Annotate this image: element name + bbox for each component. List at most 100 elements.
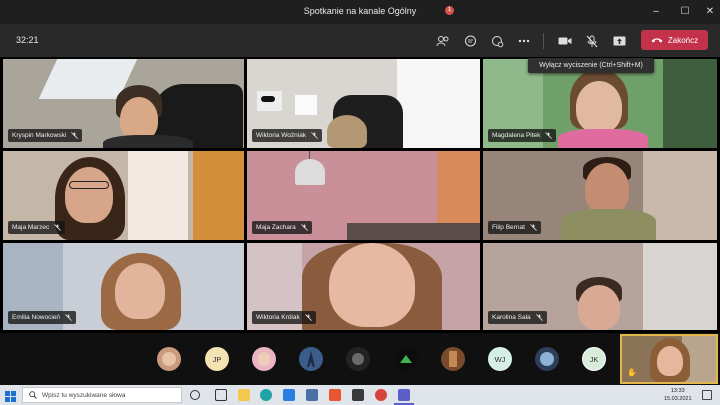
taskbar-clock[interactable]: 13:33 15.03.2021 (664, 387, 692, 403)
participant-name-tag: Magdalena Pitek (488, 129, 557, 142)
wall-picture (295, 95, 317, 115)
cortana-icon[interactable] (190, 390, 200, 400)
taskbar-search-input[interactable]: Wpisz tu wyszukiwane słowa (22, 387, 182, 403)
edge-icon[interactable] (260, 389, 272, 401)
face (329, 243, 415, 327)
bright-window (643, 243, 717, 330)
mic-muted-icon (304, 314, 312, 321)
face (576, 81, 622, 133)
shelf (663, 59, 717, 148)
avatar[interactable] (441, 347, 465, 371)
mic-muted-icon (65, 314, 72, 321)
window-titlebar: Spotkanie na kanale Ogólny – ☐ ✕ (0, 0, 720, 24)
avatar-photo (162, 352, 176, 366)
reactions-icon[interactable] (488, 32, 506, 50)
more-options-icon[interactable] (515, 32, 533, 50)
shirt (103, 135, 193, 148)
notifications-icon[interactable] (702, 390, 712, 400)
video-tile[interactable]: Maja Marzec (3, 151, 244, 240)
self-view-video[interactable]: ✋ (620, 334, 718, 384)
avatar-photo (540, 352, 554, 366)
app-icon[interactable] (352, 389, 364, 401)
raised-hand-icon: ✋ (627, 368, 637, 377)
close-icon[interactable]: ✕ (702, 4, 718, 20)
avatar-initials: JP (212, 354, 222, 364)
face (585, 163, 629, 215)
avatar[interactable] (535, 347, 559, 371)
participant-name-tag: Wiktoria Woźniak (252, 129, 323, 142)
share-screen-icon[interactable] (610, 32, 628, 50)
participant-name-tag: Kryspin Markowski (8, 129, 83, 142)
participant-name-tag: Maja Zachara (252, 221, 312, 234)
face (578, 285, 620, 330)
hair (327, 115, 367, 148)
avatar-initials: WJ (494, 354, 506, 364)
participant-name-tag: Emilia Nowocień (8, 311, 77, 324)
file-explorer-icon[interactable] (238, 389, 250, 401)
face (657, 346, 683, 376)
avatar[interactable] (157, 347, 181, 371)
meeting-timer: 32:21 (16, 35, 39, 45)
windows-start-icon[interactable] (5, 389, 17, 402)
clock-time: 13:33 (670, 388, 685, 394)
glasses (69, 181, 109, 189)
video-tile[interactable]: Wiktoria Woźniak (247, 59, 480, 148)
avatar[interactable] (252, 347, 276, 371)
clock-date: 15.03.2021 (664, 396, 692, 402)
mic-muted-icon (300, 224, 308, 231)
office-icon[interactable] (329, 389, 341, 401)
participants-badge: 1 (445, 6, 454, 15)
mic-muted-icon (545, 132, 553, 139)
leave-button[interactable]: Zakończ (641, 30, 708, 50)
mic-muted-icon (54, 224, 62, 231)
mic-muted-icon (311, 132, 318, 139)
participant-name-tag: Maja Marzec (8, 221, 66, 234)
participant-name-tag: Wiktoria Królak (252, 311, 316, 324)
teams-icon[interactable] (398, 389, 410, 401)
maximize-icon[interactable]: ☐ (677, 4, 693, 20)
video-tile[interactable]: Maja Zachara (247, 151, 480, 240)
mic-muted-icon (530, 224, 537, 231)
window-curtain (128, 151, 188, 240)
shirt (558, 129, 648, 148)
minimize-icon[interactable]: – (648, 4, 664, 20)
video-tile[interactable]: Kryspin Markowski (3, 59, 244, 148)
avatar[interactable] (299, 347, 323, 371)
wall-picture-mask (261, 96, 275, 102)
video-tile[interactable]: Karolina Sala (483, 243, 717, 330)
avatar[interactable] (346, 347, 370, 371)
eiffel-tower-icon (307, 351, 315, 367)
window-title: Spotkanie na kanale Ogólny (303, 6, 417, 16)
logo-icon (400, 355, 412, 363)
avatar[interactable]: JK (582, 347, 606, 371)
mic-muted-icon (535, 314, 543, 321)
mic-muted-icon (71, 132, 79, 139)
face (65, 167, 113, 223)
ceiling-lamp (295, 159, 325, 185)
chrome-icon[interactable] (375, 389, 387, 401)
mic-muted-icon[interactable] (583, 32, 601, 50)
participant-name-tag: Filip Bernat (488, 221, 541, 234)
avatar-initials: JK (589, 354, 599, 364)
bright-window (397, 59, 480, 148)
avatar[interactable]: WJ (488, 347, 512, 371)
avatar[interactable] (394, 347, 418, 371)
video-tile[interactable]: Wiktoria Królak (247, 243, 480, 330)
participants-icon[interactable] (434, 32, 452, 50)
video-tile[interactable]: Emilia Nowocień (3, 243, 244, 330)
search-placeholder: Wpisz tu wyszukiwane słowa (42, 391, 126, 399)
video-tile[interactable]: Filip Bernat (483, 151, 717, 240)
participant-name-tag: Karolina Sala (488, 311, 547, 324)
windows-taskbar: Wpisz tu wyszukiwane słowa 13:33 15.03.2… (0, 385, 720, 405)
toolbar-divider (543, 33, 544, 49)
camera-icon[interactable] (556, 32, 574, 50)
avatar-photo (258, 352, 270, 366)
phone-hangup-icon (651, 38, 663, 43)
door (193, 151, 244, 240)
mail-icon[interactable] (306, 389, 318, 401)
store-icon[interactable] (283, 389, 295, 401)
search-icon (29, 391, 37, 399)
avatar[interactable]: JP (205, 347, 229, 371)
chat-icon[interactable] (461, 32, 479, 50)
task-view-icon[interactable] (215, 389, 227, 401)
